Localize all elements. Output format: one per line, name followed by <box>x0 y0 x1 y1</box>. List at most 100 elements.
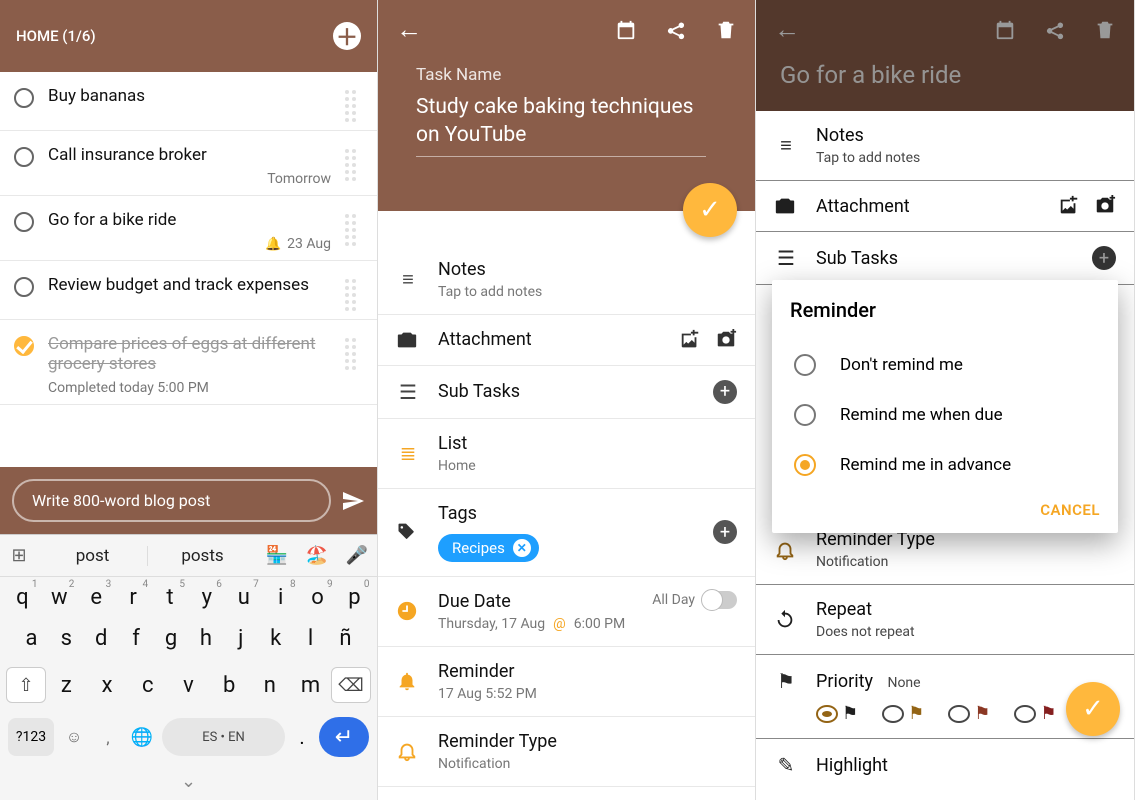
key-p[interactable]: p0 <box>339 585 369 610</box>
suggestion[interactable]: posts <box>148 546 257 566</box>
task-checkbox[interactable] <box>14 212 34 232</box>
drag-handle-icon[interactable] <box>345 90 363 122</box>
enter-key[interactable]: ↵ <box>319 717 369 757</box>
emoji-key[interactable]: ☺ <box>60 727 88 747</box>
attachment-row[interactable]: Attachment <box>378 315 755 366</box>
key-c[interactable]: c <box>133 673 163 698</box>
drag-handle-icon[interactable] <box>345 279 363 311</box>
back-button[interactable]: ← <box>396 14 422 45</box>
quick-add-input[interactable]: Write 800-word blog post <box>12 479 331 522</box>
drag-handle-icon[interactable] <box>345 338 363 370</box>
share-icon[interactable] <box>665 19 687 41</box>
key-i[interactable]: i8 <box>266 585 296 610</box>
dialog-option[interactable]: Don't remind me <box>790 340 1100 390</box>
key-b[interactable]: b <box>214 673 244 698</box>
collapse-keyboard-icon[interactable]: ⌄ <box>0 767 377 800</box>
subtasks-row[interactable]: ☰ Sub Tasks + <box>378 366 755 419</box>
subtasks-row[interactable]: ☰ Sub Tasks + <box>756 232 1134 285</box>
key-h[interactable]: h <box>191 626 221 651</box>
share-icon[interactable] <box>1044 19 1066 41</box>
list-row[interactable]: ≣ List Home <box>378 419 755 489</box>
task-row[interactable]: Buy bananas <box>0 72 377 131</box>
back-button[interactable]: ← <box>774 14 800 45</box>
task-row[interactable]: Review budget and track expenses <box>0 261 377 320</box>
dialog-cancel-button[interactable]: CANCEL <box>1040 501 1100 519</box>
key-u[interactable]: u7 <box>229 585 259 610</box>
dialog-option[interactable]: Remind me when due <box>790 390 1100 440</box>
tag-chip[interactable]: Recipes ✕ <box>438 534 539 562</box>
priority-option[interactable]: ⚑ <box>1014 703 1056 724</box>
key-s[interactable]: s <box>51 626 81 651</box>
drag-handle-icon[interactable] <box>345 214 363 246</box>
confirm-fab[interactable]: ✓ <box>1066 682 1120 736</box>
due-date-row[interactable]: Due Date Thursday, 17 Aug @ 6:00 PM All … <box>378 577 755 647</box>
key-v[interactable]: v <box>173 673 203 698</box>
task-row[interactable]: Go for a bike ride 🔔 23 Aug <box>0 196 377 261</box>
remove-tag-icon[interactable]: ✕ <box>513 539 531 557</box>
key-j[interactable]: j <box>226 626 256 651</box>
priority-option[interactable]: ⚑ <box>948 703 990 724</box>
priority-option[interactable]: ⚑ <box>816 703 858 724</box>
key-q[interactable]: q1 <box>7 585 37 610</box>
dialog-option[interactable]: Remind me in advance <box>790 440 1100 490</box>
keyboard-grid-icon[interactable]: ⊞ <box>0 545 38 566</box>
reminder-row[interactable]: Reminder 17 Aug 5:52 PM <box>378 647 755 717</box>
key-d[interactable]: d <box>86 626 116 651</box>
task-row[interactable]: Compare prices of eggs at different groc… <box>0 320 377 405</box>
drag-handle-icon[interactable] <box>345 149 363 181</box>
delete-icon[interactable] <box>715 19 737 41</box>
attachment-row[interactable]: Attachment <box>756 181 1134 232</box>
tags-row[interactable]: Tags Recipes ✕ + <box>378 489 755 577</box>
backspace-key[interactable]: ⌫ <box>331 667 371 703</box>
add-image-icon[interactable] <box>1058 195 1080 217</box>
task-checkbox[interactable] <box>14 88 34 108</box>
task-checkbox-checked[interactable] <box>14 336 34 356</box>
send-icon[interactable] <box>341 489 365 513</box>
calendar-icon[interactable] <box>615 19 637 41</box>
all-day-toggle[interactable]: All Day <box>652 591 737 609</box>
key-k[interactable]: k <box>261 626 291 651</box>
notes-row[interactable]: ≡ Notes Tap to add notes <box>756 111 1134 181</box>
key-z[interactable]: z <box>51 673 81 698</box>
sticker-icon[interactable]: 🏪 <box>257 545 297 566</box>
task-checkbox[interactable] <box>14 147 34 167</box>
radio-selected-icon[interactable] <box>794 454 816 476</box>
add-task-button[interactable]: ＋ <box>333 22 361 50</box>
key-a[interactable]: a <box>16 626 46 651</box>
add-photo-icon[interactable] <box>1094 195 1116 217</box>
key-g[interactable]: g <box>156 626 186 651</box>
emoji-icon[interactable]: 🏖️ <box>297 545 337 566</box>
key-o[interactable]: o9 <box>303 585 333 610</box>
key-ñ[interactable]: ñ <box>330 626 360 651</box>
comma-key[interactable]: , <box>94 728 122 747</box>
numeric-key[interactable]: ?123 <box>8 718 54 756</box>
confirm-fab[interactable]: ✓ <box>683 183 737 237</box>
repeat-row[interactable]: Repeat Does not repeat <box>756 585 1134 655</box>
globe-key[interactable]: 🌐 <box>128 727 156 748</box>
suggestion[interactable]: post <box>38 546 148 566</box>
key-e[interactable]: e3 <box>81 585 111 610</box>
reminder-type-row[interactable]: Reminder Type Notification <box>378 717 755 787</box>
add-subtask-button[interactable]: + <box>1092 246 1116 270</box>
notes-row[interactable]: ≡ Notes Tap to add notes <box>378 245 755 315</box>
key-r[interactable]: r4 <box>118 585 148 610</box>
mic-icon[interactable]: 🎤 <box>337 545 377 566</box>
priority-option[interactable]: ⚑ <box>882 703 924 724</box>
highlight-row[interactable]: ✎ Highlight <box>756 739 1134 791</box>
add-tag-button[interactable]: + <box>713 520 737 544</box>
calendar-icon[interactable] <box>994 19 1016 41</box>
task-row[interactable]: Call insurance broker Tomorrow <box>0 131 377 196</box>
shift-key[interactable]: ⇧ <box>6 667 46 703</box>
add-photo-icon[interactable] <box>715 329 737 351</box>
key-l[interactable]: l <box>296 626 326 651</box>
radio-icon[interactable] <box>794 354 816 376</box>
repeat-row[interactable]: Repeat Does not repeat <box>378 787 755 800</box>
add-subtask-button[interactable]: + <box>713 380 737 404</box>
key-x[interactable]: x <box>92 673 122 698</box>
delete-icon[interactable] <box>1094 19 1116 41</box>
key-y[interactable]: y6 <box>192 585 222 610</box>
space-key[interactable]: ES • EN <box>162 718 285 756</box>
switch-icon[interactable] <box>703 591 737 609</box>
key-n[interactable]: n <box>255 673 285 698</box>
radio-icon[interactable] <box>794 404 816 426</box>
